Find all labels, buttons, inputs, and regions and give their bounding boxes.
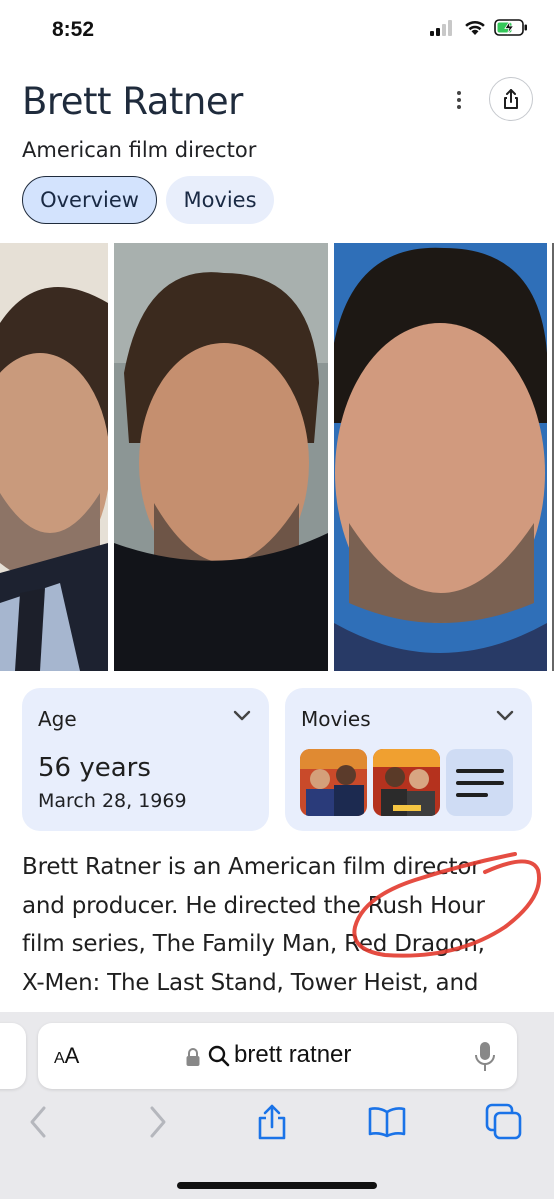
more-vert-icon[interactable] — [448, 88, 470, 112]
annotation-circle — [352, 852, 541, 958]
age-card-title: Age — [38, 707, 77, 731]
back-icon — [30, 1106, 46, 1138]
page-subtitle: American film director — [22, 138, 257, 162]
tab-overview[interactable]: Overview — [22, 176, 157, 224]
share-icon — [258, 1104, 286, 1140]
status-bar: 8:52 — [0, 0, 554, 60]
lock-icon — [186, 1048, 200, 1066]
url-text: brett ratner — [234, 1041, 352, 1068]
battery-charging-icon — [494, 19, 527, 36]
movies-card[interactable]: Movies — [285, 688, 532, 831]
image-carousel[interactable] — [0, 243, 554, 671]
status-time: 8:52 — [52, 18, 95, 41]
back-button[interactable] — [18, 1102, 58, 1142]
bookmarks-button[interactable] — [367, 1102, 407, 1142]
bookmarks-icon — [368, 1107, 406, 1138]
age-card[interactable]: Age 56 years March 28, 1969 — [22, 688, 269, 831]
more-movies-button[interactable] — [446, 749, 513, 816]
movie-poster[interactable] — [373, 749, 440, 816]
previous-tab-pill[interactable] — [0, 1023, 26, 1089]
page-title: Brett Ratner — [22, 80, 243, 123]
movies-card-title: Movies — [301, 707, 371, 731]
chevron-down-icon[interactable] — [233, 710, 251, 722]
person-photo[interactable] — [334, 243, 547, 671]
tabs-button[interactable] — [484, 1102, 524, 1142]
forward-button[interactable] — [138, 1102, 178, 1142]
status-icons — [430, 19, 528, 36]
person-photo[interactable] — [114, 243, 328, 671]
movie-poster[interactable] — [300, 749, 367, 816]
text-size-button[interactable]: AA — [54, 1043, 79, 1069]
share-button[interactable] — [489, 77, 533, 121]
address-bar[interactable]: AA brett ratner — [38, 1023, 517, 1089]
tabs-icon — [485, 1103, 522, 1140]
home-indicator — [177, 1182, 377, 1189]
age-value: 56 years — [38, 753, 151, 783]
search-icon — [208, 1045, 230, 1067]
wifi-icon — [465, 20, 485, 35]
description-line: X-Men: The Last Stand, Tower Heist, and — [22, 969, 479, 996]
mic-icon[interactable] — [475, 1041, 495, 1073]
signal-icon — [430, 19, 452, 36]
share-icon — [504, 89, 518, 109]
person-photo[interactable] — [0, 243, 108, 671]
birth-date: March 28, 1969 — [38, 790, 187, 812]
tab-movies[interactable]: Movies — [166, 176, 274, 224]
forward-icon — [150, 1106, 166, 1138]
chevron-down-icon[interactable] — [496, 710, 514, 722]
share-page-button[interactable] — [252, 1102, 292, 1142]
